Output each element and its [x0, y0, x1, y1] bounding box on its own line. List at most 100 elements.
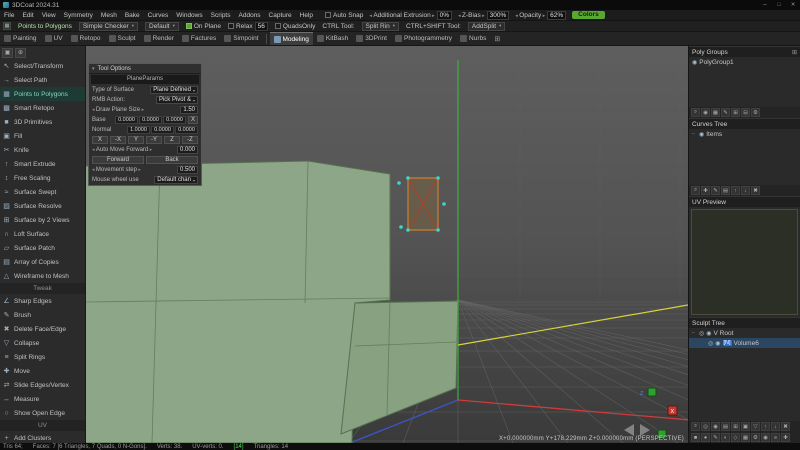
curves-tree-header[interactable]: Curves Tree: [689, 118, 800, 129]
menu-item[interactable]: File: [0, 12, 18, 19]
menu-item[interactable]: Bake: [121, 12, 144, 19]
viewport[interactable]: Z X ▾ Tool Options PlaneParams Type of S…: [86, 46, 688, 443]
menu-item[interactable]: Mesh: [97, 12, 121, 19]
tab-retopo[interactable]: Retopo: [67, 32, 105, 45]
ctrl-shift-tool-dropdown[interactable]: AddSplit: [468, 22, 505, 31]
tab-kitbash[interactable]: KitBash: [313, 32, 352, 45]
draw-plane-size-value[interactable]: 1.50: [180, 106, 198, 114]
axis-button[interactable]: X: [92, 136, 108, 144]
add-tab-icon[interactable]: ⊞: [494, 35, 500, 43]
menu-item[interactable]: Windows: [172, 12, 206, 19]
sculpt-tree-header[interactable]: Sculpt Tree: [689, 317, 800, 328]
tab-sculpt[interactable]: Sculpt: [105, 32, 140, 45]
auto-move-value[interactable]: 0.000: [177, 146, 198, 154]
menu-item[interactable]: Help: [296, 12, 317, 19]
add-group-icon[interactable]: ⊞: [731, 108, 740, 117]
relax-value[interactable]: 56: [255, 22, 268, 31]
tab-render[interactable]: Render: [140, 32, 178, 45]
auto-snap-checkbox[interactable]: Auto Snap: [325, 12, 363, 19]
axis-button[interactable]: -X: [110, 136, 126, 144]
curves-items-row[interactable]: − ◉ Items: [689, 129, 800, 139]
menu-item[interactable]: Edit: [18, 12, 37, 19]
collapse-icon[interactable]: −: [692, 330, 697, 336]
folder-icon[interactable]: ▤: [721, 186, 730, 195]
maximize-button[interactable]: □: [772, 0, 786, 10]
tool-points-to-polygons[interactable]: ▦ Points to Polygons: [0, 87, 85, 101]
close-button[interactable]: ✕: [786, 0, 800, 10]
axis-button[interactable]: Z: [164, 136, 180, 144]
delete-icon[interactable]: ✖: [751, 186, 760, 195]
normal-value-field[interactable]: 1.0000: [127, 126, 150, 134]
collapse-icon[interactable]: −: [692, 131, 697, 137]
cube-icon[interactable]: ■: [691, 433, 700, 442]
tool-fill[interactable]: ▣ Fill: [0, 129, 85, 143]
preset-dropdown[interactable]: Default: [145, 22, 179, 31]
tool-loft-surface[interactable]: ∩ Loft Surface: [0, 227, 85, 241]
forward-button[interactable]: Forward: [92, 156, 144, 164]
ghost-icon[interactable]: ◎: [699, 330, 704, 337]
up-icon[interactable]: ↑: [761, 422, 770, 431]
tool-brush[interactable]: ✎ Brush: [0, 308, 85, 322]
paint-icon[interactable]: ✎: [721, 108, 730, 117]
rmb-action-dropdown[interactable]: Pick Pivot &: [156, 96, 198, 104]
minimize-button[interactable]: ─: [758, 0, 772, 10]
settings-icon[interactable]: ⚙: [751, 108, 760, 117]
tool-surface-swept[interactable]: ≈ Surface Swept: [0, 185, 85, 199]
ghost-icon[interactable]: ◎: [701, 422, 710, 431]
menu-item[interactable]: Scripts: [207, 12, 235, 19]
tab-photogrammetry[interactable]: Photogrammetry: [391, 32, 456, 45]
section-tweak[interactable]: Tweak: [0, 283, 85, 294]
movement-step-value[interactable]: 0.500: [177, 166, 198, 174]
menu-item[interactable]: View: [38, 12, 60, 19]
poly-groups-header[interactable]: Poly Groups ⊞: [689, 46, 800, 57]
sculpt-root-row[interactable]: − ◎ ◉ V Root: [689, 328, 800, 338]
tool-options-header[interactable]: ▾ Tool Options: [89, 64, 201, 74]
plane-params-section[interactable]: PlaneParams: [91, 75, 199, 84]
tab-simpoint[interactable]: Simpoint: [220, 32, 262, 45]
remove-group-icon[interactable]: ⊟: [741, 108, 750, 117]
tool-sharp-edges[interactable]: ∠ Sharp Edges: [0, 294, 85, 308]
mask-icon[interactable]: ◐: [721, 433, 730, 442]
normal-value-field[interactable]: 0.0000: [151, 126, 174, 134]
tool-select-path[interactable]: → Select Path: [0, 73, 85, 87]
axis-button[interactable]: Y: [128, 136, 144, 144]
z-bias-value[interactable]: 300%: [487, 11, 510, 20]
duplicate-icon[interactable]: ▣: [741, 422, 750, 431]
ctrl-tool-dropdown[interactable]: Split Rin: [362, 22, 399, 31]
axis-button[interactable]: -Z: [182, 136, 198, 144]
search-icon[interactable]: ⌕: [691, 186, 700, 195]
tool-surface-patch[interactable]: ▱ Surface Patch: [0, 241, 85, 255]
visibility-icon[interactable]: ◉: [706, 330, 711, 337]
tool-free-scaling[interactable]: ↕ Free Scaling: [0, 171, 85, 185]
tool-surface-resolve[interactable]: ▨ Surface Resolve: [0, 199, 85, 213]
tool-add-clusters[interactable]: + Add Clusters: [0, 431, 85, 443]
nav-arrows[interactable]: [624, 424, 650, 436]
menu-item[interactable]: Addons: [235, 12, 265, 19]
menu-item[interactable]: Capture: [265, 12, 296, 19]
retopo-mesh[interactable]: [86, 161, 458, 443]
visibility-icon[interactable]: ◉: [692, 59, 697, 66]
visibility-icon[interactable]: ◉: [699, 131, 704, 138]
tool-array-of-copies[interactable]: ▤ Array of Copies: [0, 255, 85, 269]
move-up-icon[interactable]: ↑: [731, 186, 740, 195]
tool-select-transform[interactable]: ↖ Select/Transform: [0, 59, 85, 73]
tool-split-rings[interactable]: ≡ Split Rings: [0, 350, 85, 364]
relax-checkbox[interactable]: Relax56: [228, 22, 268, 31]
back-button[interactable]: Back: [146, 156, 198, 164]
z-bias-spinner[interactable]: Z-Bias300%: [458, 11, 509, 20]
sculpt-volume-row[interactable]: ◎ ◉ [N] Volume6: [689, 338, 800, 348]
tool-knife[interactable]: ✂ Knife: [0, 143, 85, 157]
tool-smart-retopo[interactable]: ▩ Smart Retopo: [0, 101, 85, 115]
search-icon[interactable]: ⌕: [691, 108, 700, 117]
base-value-field[interactable]: 0.0000: [139, 116, 162, 124]
selection-rectangle[interactable]: [397, 176, 446, 232]
axis-button[interactable]: -Y: [146, 136, 162, 144]
tab-3dprint[interactable]: 3DPrint: [352, 32, 391, 45]
snap-icon[interactable]: ⊕: [15, 48, 26, 58]
tool-wireframe-to-mesh[interactable]: △ Wireframe to Mesh: [0, 269, 85, 283]
grid-icon[interactable]: ▦: [711, 108, 720, 117]
list-icon[interactable]: ≡: [771, 433, 780, 442]
colors-button[interactable]: Colors: [572, 11, 605, 19]
type-of-surface-dropdown[interactable]: Plane Defined: [150, 86, 198, 94]
base-clear-button[interactable]: X: [188, 116, 198, 124]
